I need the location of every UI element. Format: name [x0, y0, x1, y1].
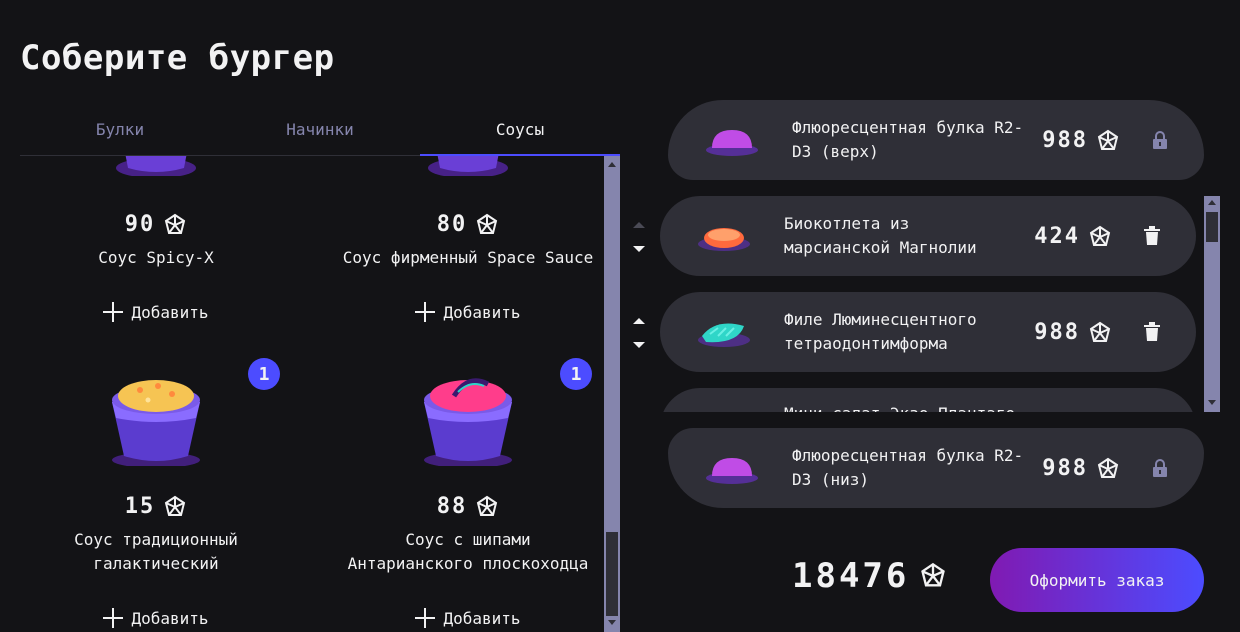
drag-handle-icon[interactable]	[632, 318, 646, 348]
add-label: Добавить	[131, 302, 209, 322]
price-value: 90	[124, 212, 156, 237]
item-price: 988	[1042, 128, 1120, 153]
ingredient-price: 88	[332, 494, 604, 519]
add-label: Добавить	[443, 608, 521, 628]
total-value: 18476	[792, 556, 910, 596]
lock-icon	[1153, 131, 1167, 149]
price-value: 988	[1034, 320, 1080, 345]
item-price: 424	[1034, 224, 1112, 249]
ingredient-card[interactable]: 90 Соус Spicy-X Добавить	[20, 156, 292, 336]
sauce-bowl-image	[116, 156, 196, 176]
lock-icon	[1153, 459, 1167, 477]
constructor-scrollbar[interactable]	[1204, 196, 1220, 412]
ingredient-name: Соус традиционный галактический	[74, 530, 238, 573]
ingredient-card[interactable]: 1 15 Соус традиционный галактический Доб…	[20, 356, 292, 632]
place-order-button[interactable]: Оформить заказ	[990, 548, 1204, 612]
plus-icon	[103, 302, 124, 322]
scrollbar-thumb[interactable]	[1206, 212, 1218, 242]
add-button[interactable]: Добавить	[332, 302, 604, 322]
constructor-bottom-bun: Флюоресцентная булка R2-D3 (низ) 988	[668, 428, 1204, 508]
constructor-top-bun: Флюоресцентная булка R2-D3 (верх) 988	[668, 100, 1204, 180]
currency-icon	[165, 213, 186, 234]
ingredient-tabs: Булки Начинки Соусы	[20, 104, 620, 156]
add-label: Добавить	[131, 608, 209, 628]
bun-image	[706, 458, 758, 484]
tab-fillings[interactable]: Начинки	[220, 104, 420, 155]
currency-icon	[1089, 225, 1111, 246]
scroll-up-icon[interactable]	[1208, 200, 1216, 205]
bun-image	[706, 130, 758, 156]
price-value: 424	[1034, 224, 1080, 249]
sauce-bowl-image	[428, 156, 508, 176]
tab-sauces[interactable]: Соусы	[420, 104, 620, 156]
constructor-fillings: Биокотлета из марсианской Магнолии 424 Ф…	[660, 196, 1204, 412]
price-value: 988	[1042, 456, 1088, 481]
item-name: Филе Люминесцентного тетраодонтимформа	[784, 310, 977, 353]
ingredients-list: 90 Соус Spicy-X Добавить 80 Соус фирменн…	[20, 156, 604, 632]
item-price: 988	[1034, 320, 1112, 345]
item-name: Биокотлета из марсианской Магнолии	[784, 214, 977, 257]
price-value: 80	[436, 212, 468, 237]
ingredient-price: 90	[20, 212, 292, 237]
trash-icon[interactable]	[1140, 320, 1164, 344]
currency-icon	[477, 495, 498, 516]
item-name: Мини-салат Экзо-Плантаго	[784, 402, 1024, 412]
ingredient-name: Соус с шипами Антарианского плоскоходца	[347, 530, 589, 573]
item-name: Флюоресцентная булка R2-D3 (низ)	[792, 446, 1024, 489]
add-button[interactable]: Добавить	[20, 302, 292, 322]
count-badge: 1	[248, 358, 280, 390]
scroll-down-icon[interactable]	[608, 620, 616, 625]
currency-icon	[1089, 321, 1111, 342]
currency-icon	[1097, 129, 1119, 150]
plus-icon	[103, 608, 124, 628]
count-badge: 1	[560, 358, 592, 390]
cutlet-image	[698, 228, 750, 251]
tab-buns[interactable]: Булки	[20, 104, 220, 155]
ingredient-card[interactable]: 80 Соус фирменный Space Sauce Добавить	[332, 156, 604, 336]
burger-constructor-page: Соберите бургер Булки Начинки Соусы 90 С…	[0, 0, 1240, 632]
add-label: Добавить	[443, 302, 521, 322]
sauce-bowl-image	[424, 378, 512, 466]
price-value: 988	[1042, 128, 1088, 153]
ingredient-card[interactable]: 1 88 Соус с шипами Антарианского плоскох…	[332, 356, 604, 632]
ingredient-price: 80	[332, 212, 604, 237]
fish-fillet-image	[698, 323, 750, 347]
scroll-down-icon[interactable]	[1208, 400, 1216, 405]
sauce-bowl-image	[112, 380, 200, 466]
currency-icon	[165, 495, 186, 516]
item-price: 988	[1042, 456, 1120, 481]
price-value: 15	[124, 494, 156, 519]
price-value: 88	[436, 494, 468, 519]
ingredients-scrollbar[interactable]	[604, 156, 620, 632]
add-button[interactable]: Добавить	[332, 608, 604, 628]
ingredient-name: Соус Spicy-X	[98, 248, 214, 267]
scroll-up-icon[interactable]	[608, 162, 616, 167]
scrollbar-thumb[interactable]	[606, 532, 618, 616]
ingredient-name: Соус фирменный Space Sauce	[342, 248, 594, 267]
page-title: Соберите бургер	[20, 38, 335, 78]
ingredient-price: 15	[20, 494, 292, 519]
item-name: Флюоресцентная булка R2-D3 (верх)	[792, 118, 1024, 161]
plus-icon	[415, 608, 436, 628]
constructor-item[interactable]: Мини-салат Экзо-Плантаго	[660, 388, 1196, 412]
currency-icon	[1097, 457, 1119, 478]
order-total: 18476	[792, 556, 947, 596]
currency-icon	[477, 213, 498, 234]
constructor-item[interactable]: Биокотлета из марсианской Магнолии 424	[660, 196, 1196, 276]
plus-icon	[415, 302, 436, 322]
trash-icon[interactable]	[1140, 224, 1164, 248]
currency-icon	[921, 562, 946, 587]
constructor-item[interactable]: Филе Люминесцентного тетраодонтимформа 9…	[660, 292, 1196, 372]
add-button[interactable]: Добавить	[20, 608, 292, 628]
drag-handle-icon[interactable]	[632, 222, 646, 252]
